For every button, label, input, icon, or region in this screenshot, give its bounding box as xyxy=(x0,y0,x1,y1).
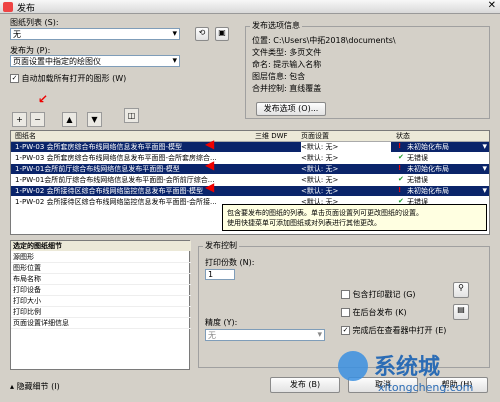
precision-label: 精度 (Y): xyxy=(205,318,238,327)
detail-item: 打印大小 xyxy=(11,296,191,307)
open-viewer-row[interactable]: ✓ 完成后在查看器中打开 (E) xyxy=(341,325,446,336)
publish-info-group: 发布选项信息 位置: C:\Users\中拓2018\documents\ 文件… xyxy=(245,20,490,119)
detail-item: 布局名称 xyxy=(11,274,191,285)
status-cell: 无错误 xyxy=(407,176,428,184)
grid-header: 图纸名 三维 DWF 页面设置 状态 xyxy=(11,131,489,142)
open-viewer-label: 完成后在查看器中打开 (E) xyxy=(352,326,447,335)
watermark-logo-icon xyxy=(338,351,368,381)
include-stamp-row[interactable]: 包含打印戳记 (G) xyxy=(341,289,416,300)
detail-item: 打印比例 xyxy=(11,307,191,318)
table-row[interactable]: 1-PW-03 会所套房综合布线网络信息发布平面图-模型 <默认: 无> ! 未… xyxy=(11,142,489,152)
title-bar: 发布 ✕ xyxy=(0,0,500,14)
check-icon: ✔ xyxy=(398,175,404,183)
col-3d-dwf[interactable]: 三维 DWF xyxy=(255,131,288,141)
auto-load-checkbox[interactable]: ✓ xyxy=(10,74,19,83)
detail-item: 页面设置详细信息 xyxy=(11,318,191,329)
status-cell: 无错误 xyxy=(407,154,428,162)
detail-item: 打印设备 xyxy=(11,285,191,296)
publish-to-select[interactable]: 页面设置中指定的绘图仪 xyxy=(10,55,180,67)
background-checkbox[interactable] xyxy=(341,308,350,317)
close-icon[interactable]: ✕ xyxy=(488,0,496,11)
hide-details-label: 隐藏细节 (I) xyxy=(16,382,60,391)
load-sheet-list-button[interactable]: ⟲ xyxy=(195,27,209,41)
table-row[interactable]: 1-PW-02 会所接待区综合布线网络监控信息发布平面图-模型 <默认: 无> … xyxy=(11,186,489,196)
detail-item: 源图形 xyxy=(11,252,191,263)
move-up-icon[interactable]: ▲ xyxy=(62,112,77,127)
layer-info-text: 图层信息: 包含 xyxy=(252,72,306,81)
include-stamp-label: 包含打印戳记 (G) xyxy=(352,290,416,299)
sheet-name-cell: 1-PW-01会所前厅综合布线网络信息发布平面图-会所前厅综合... xyxy=(15,176,215,184)
watermark-brand: 系统城 xyxy=(374,355,441,380)
red-arrow-icon: ◀ xyxy=(205,180,215,194)
tooltip-line-1: 包含要发布的图纸的列表。单击页面设置列可更改图纸的设置。 xyxy=(227,209,423,217)
watermark-url: xitongcheng.com xyxy=(378,381,474,394)
check-icon: ✔ xyxy=(398,153,404,161)
red-arrow-icon: ↙ xyxy=(38,92,49,106)
page-setup-cell[interactable]: <默认: 无> xyxy=(301,175,391,185)
copies-input[interactable]: 1 xyxy=(205,269,235,280)
status-cell: 未初始化布局 xyxy=(407,187,449,195)
details-icon[interactable]: ▤ xyxy=(453,304,469,320)
page-setup-cell[interactable]: <默认: 无> xyxy=(301,153,391,163)
sheet-list-value: 无 xyxy=(13,30,21,39)
table-row[interactable]: 1-PW-01会所前厅综合布线网络信息发布平面图-会所前厅综合... <默认: … xyxy=(11,175,489,185)
move-down-icon[interactable]: ▼ xyxy=(87,112,102,127)
background-label: 在后台发布 (K) xyxy=(352,308,407,317)
sheet-name-cell: 1-PW-02 会所接待区综合布线网络监控信息发布平面图-会所接... xyxy=(15,198,217,206)
sheet-list-label: 图纸列表 (S): xyxy=(10,18,59,27)
publish-to-value: 页面设置中指定的绘图仪 xyxy=(13,57,101,66)
warning-icon: ! xyxy=(398,164,402,172)
merge-control-text: 合并控制: 直线覆盖 xyxy=(252,84,322,93)
precision-value: 无 xyxy=(208,331,216,340)
naming-text: 命名: 提示输入名称 xyxy=(252,60,322,69)
remove-sheets-icon[interactable]: − xyxy=(30,112,45,127)
copies-label: 打印份数 (N): xyxy=(205,258,255,267)
open-viewer-checkbox[interactable]: ✓ xyxy=(341,326,350,335)
page-setup-cell[interactable]: <默认: 无> xyxy=(301,164,391,174)
sheet-details-panel: 选定的图纸细节 源图形 图形位置 布局名称 打印设备 打印大小 打印比例 页面设… xyxy=(10,240,191,370)
publish-info-title: 发布选项信息 xyxy=(250,20,302,31)
publish-control-title: 发布控制 xyxy=(203,240,239,251)
window-title: 发布 xyxy=(17,4,36,14)
tooltip-line-2: 使用快捷菜单可添加图纸或对列表进行其他更改。 xyxy=(227,219,381,227)
app-icon xyxy=(3,2,13,12)
publish-options-button[interactable]: 发布选项 (O)... xyxy=(256,102,326,116)
warning-icon: ! xyxy=(398,142,402,150)
sheet-name-cell: 1-PW-03 会所套房综合布线网络信息发布平面图-会所套房综合... xyxy=(15,154,217,162)
auto-load-row[interactable]: ✓ 自动加载所有打开的图形 (W) xyxy=(10,73,126,84)
file-type-text: 文件类型: 多页文件 xyxy=(252,48,322,57)
col-status[interactable]: 状态 xyxy=(396,131,410,141)
include-stamp-checkbox[interactable] xyxy=(341,290,350,299)
col-sheet-name[interactable]: 图纸名 xyxy=(15,131,36,141)
watermark: 系统城 xitongcheng.com xyxy=(330,345,500,402)
red-arrow-icon: ◀ xyxy=(205,158,215,172)
detail-item: 图形位置 xyxy=(11,263,191,274)
hide-details-link[interactable]: ▴ 隐藏细节 (I) xyxy=(10,381,60,392)
sheet-name-cell: 1-PW-03 会所套房综合布线网络信息发布平面图-模型 xyxy=(15,143,183,151)
sheet-name-cell: 1-PW-01会所前厅综合布线网络信息发布平面图-模型 xyxy=(15,165,180,173)
page-setup-cell[interactable]: <默认: 无> xyxy=(301,142,391,152)
add-sheets-icon[interactable]: + xyxy=(12,112,27,127)
save-sheet-list-button[interactable]: ▣ xyxy=(215,27,229,41)
table-row[interactable]: 1-PW-03 会所套房综合布线网络信息发布平面图-会所套房综合... <默认:… xyxy=(11,153,489,163)
col-page-setup[interactable]: 页面设置 xyxy=(301,131,329,141)
sheet-list-select[interactable]: 无 xyxy=(10,28,180,40)
background-row[interactable]: 在后台发布 (K) xyxy=(341,307,407,318)
warning-icon: ! xyxy=(398,186,402,194)
auto-load-label: 自动加载所有打开的图形 (W) xyxy=(21,74,127,83)
stamp-settings-icon[interactable]: ⚲ xyxy=(453,282,469,298)
page-setup-cell[interactable]: <默认: 无> xyxy=(301,186,391,196)
grid-tooltip: 包含要发布的图纸的列表。单击页面设置列可更改图纸的设置。 使用快捷菜单可添加图纸… xyxy=(222,204,487,231)
status-cell: 未初始化布局 xyxy=(407,143,449,151)
precision-select[interactable]: 无 xyxy=(205,329,325,341)
red-arrow-icon: ◀ xyxy=(205,137,215,151)
preview-icon[interactable]: ◫ xyxy=(124,108,139,123)
sheet-name-cell: 1-PW-02 会所接待区综合布线网络监控信息发布平面图-模型 xyxy=(15,187,204,195)
location-text: 位置: C:\Users\中拓2018\documents\ xyxy=(252,36,396,45)
table-row[interactable]: 1-PW-01会所前厅综合布线网络信息发布平面图-模型 <默认: 无> ! 未初… xyxy=(11,164,489,174)
details-title: 选定的图纸细节 xyxy=(11,241,191,251)
status-cell: 未初始化布局 xyxy=(407,165,449,173)
